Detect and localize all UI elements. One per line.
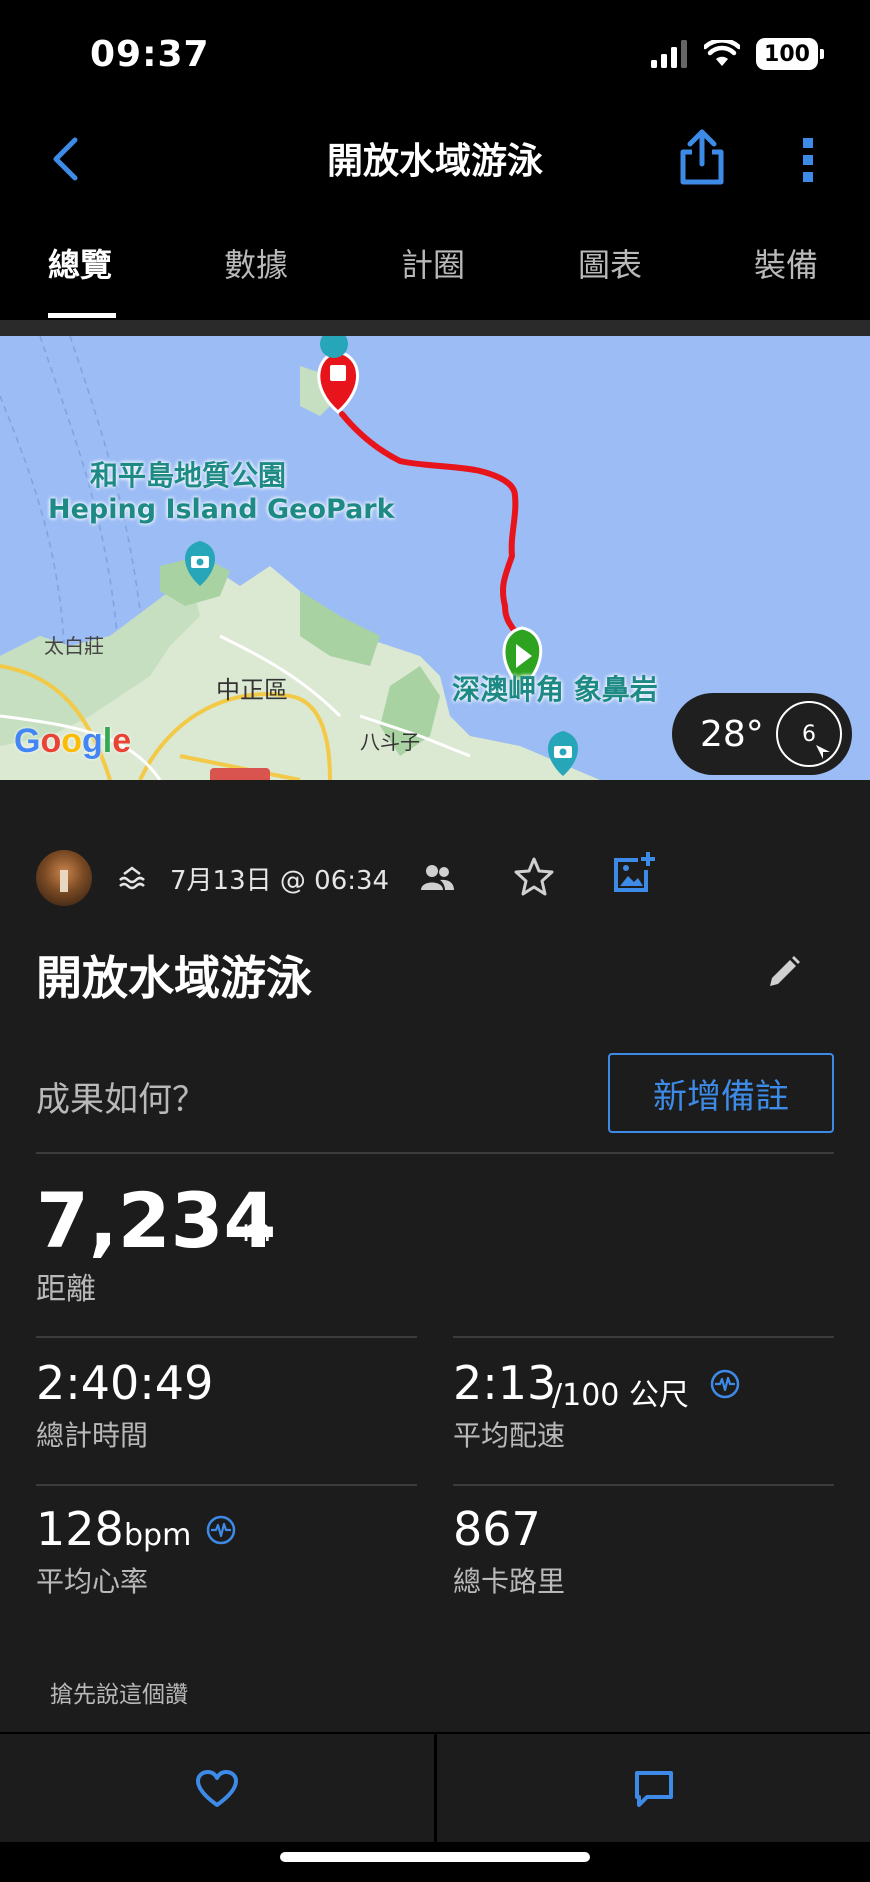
- more-options-button[interactable]: [790, 130, 826, 190]
- tab-active-indicator: [48, 313, 116, 318]
- swim-icon: [119, 866, 145, 890]
- total-time-label: 總計時間: [36, 1419, 149, 1452]
- avg-pace-label: 平均配速: [453, 1419, 566, 1452]
- bottom-action-bar: [0, 1732, 870, 1844]
- wifi-icon: [704, 40, 740, 66]
- distance-unit: m: [242, 1214, 272, 1249]
- pulse-icon[interactable]: [710, 1369, 740, 1399]
- wind-direction-arrow-icon: [816, 745, 830, 759]
- comment-icon: [634, 1771, 673, 1807]
- map-label-zhongzheng: 中正區: [216, 676, 288, 704]
- more-vertical-icon: [803, 138, 813, 182]
- status-time: 09:37: [90, 34, 210, 75]
- calories-label: 總卡路里: [453, 1565, 566, 1598]
- map-label-shenao: 深澳岬角 象鼻岩: [452, 673, 658, 706]
- top-app-bar: 開放水域游泳: [0, 110, 870, 210]
- home-indicator[interactable]: [280, 1852, 590, 1862]
- route-map[interactable]: 和平島地質公園 Heping Island GeoPark 太白莊 中正區 八斗…: [0, 336, 870, 780]
- weather-badge[interactable]: 28° 6: [672, 693, 852, 775]
- tabs-divider: [0, 320, 870, 336]
- heart-icon: [196, 1770, 238, 1807]
- how-did-it-go-prompt: 成果如何？: [36, 1080, 206, 1120]
- like-button[interactable]: [0, 1734, 434, 1844]
- distance-label: 距離: [36, 1272, 96, 1307]
- comment-button[interactable]: [437, 1734, 870, 1844]
- divider: [36, 1336, 417, 1338]
- avg-pace-unit: /100 公尺: [552, 1378, 689, 1413]
- avg-pace-value: 2:13: [453, 1356, 557, 1410]
- tab-data[interactable]: 數據: [224, 240, 288, 286]
- weather-temperature: 28°: [700, 713, 764, 755]
- star-icon[interactable]: [514, 856, 554, 896]
- tab-bar: 總覽 數據 計圈 圖表 裝備: [0, 210, 870, 320]
- avatar[interactable]: [36, 850, 92, 906]
- home-indicator-bar: [0, 1842, 870, 1882]
- map-label-geopark-zh: 和平島地質公園: [90, 459, 287, 492]
- activity-meta-row: 7月13日 @ 06:34: [36, 850, 836, 906]
- pulse-icon[interactable]: [206, 1515, 236, 1545]
- divider: [36, 1152, 834, 1154]
- add-note-button[interactable]: 新增備註: [608, 1053, 834, 1133]
- divider: [36, 1484, 417, 1486]
- add-photo-icon[interactable]: [612, 850, 656, 894]
- edit-pencil-icon[interactable]: [766, 954, 802, 990]
- map-label-baduzi: 八斗子: [360, 730, 420, 754]
- status-icons: 100: [650, 38, 824, 70]
- share-button[interactable]: [676, 128, 728, 188]
- tab-overview[interactable]: 總覽: [48, 240, 112, 286]
- distance-value: 7,234: [36, 1176, 277, 1265]
- first-like-text: 搶先說這個讚: [50, 1682, 188, 1708]
- avg-hr-value: 128: [36, 1502, 124, 1556]
- avg-hr-label: 平均心率: [36, 1565, 149, 1598]
- tab-charts[interactable]: 圖表: [578, 240, 642, 286]
- activity-details: 7月13日 @ 06:34 開放水域游泳 成果如何？ 新增備註 7,234 m …: [0, 780, 870, 1732]
- page-title: 開放水域游泳: [326, 141, 543, 182]
- avg-hr-unit: bpm: [124, 1518, 192, 1553]
- map-label-geopark-en: Heping Island GeoPark: [48, 494, 395, 525]
- battery-icon: 100: [756, 38, 824, 70]
- tab-gear[interactable]: 裝備: [754, 240, 818, 286]
- calories-value: 867: [453, 1502, 541, 1556]
- signal-icon: [651, 40, 687, 68]
- share-icon: [680, 129, 724, 185]
- google-logo: Google: [14, 722, 132, 760]
- total-time-value: 2:40:49: [36, 1356, 214, 1410]
- status-bar: 09:37 100: [0, 0, 870, 110]
- people-icon[interactable]: [420, 862, 454, 892]
- activity-title: 開放水域游泳: [36, 951, 312, 1005]
- divider: [453, 1484, 834, 1486]
- tab-laps[interactable]: 計圈: [401, 240, 465, 286]
- map-label-taibai: 太白莊: [44, 634, 104, 658]
- wind-speed-icon: 6: [776, 701, 842, 767]
- divider: [453, 1336, 834, 1338]
- activity-date: 7月13日 @ 06:34: [170, 866, 390, 896]
